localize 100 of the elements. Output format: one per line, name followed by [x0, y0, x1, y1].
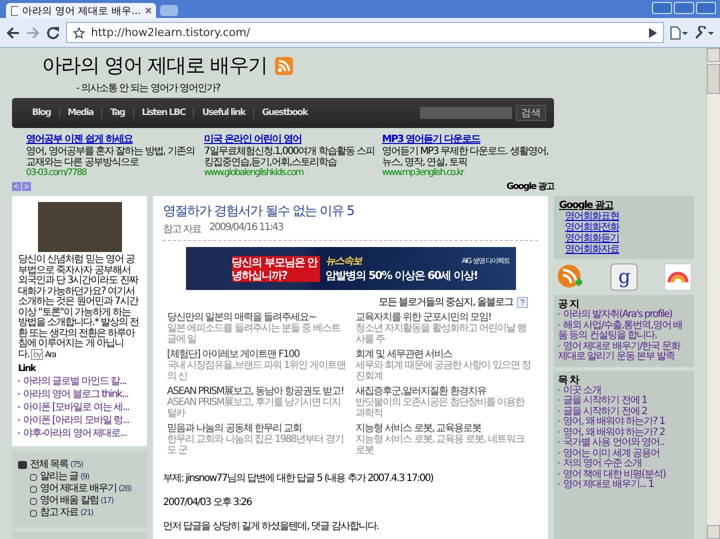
nav-link[interactable]: Useful link: [193, 108, 253, 118]
toc-link[interactable]: 저의 영어 수준 소개: [558, 459, 690, 470]
category-link[interactable]: 참고 자료 (21): [40, 507, 93, 519]
ad-link[interactable]: 영어회화자료: [559, 244, 689, 255]
wrench-icon[interactable]: [694, 26, 714, 40]
promo-title[interactable]: 당신만의 일본의 매력을 들려주세요~: [167, 312, 346, 323]
link-item[interactable]: 아라의 글로벌 마인드 칼...: [18, 375, 141, 388]
promo-description: ASEAN PRISM展보고, 후기를 남기시면 디지털카: [167, 397, 342, 419]
link-item[interactable]: 아라의 영어 블로그 think...: [18, 388, 141, 401]
ad-description: 영어, 영어공부를 혼자 잘하는 방법, 기존의 교재와는 다른 공부방식으로: [26, 146, 196, 168]
post-category[interactable]: 참고 자료: [163, 222, 202, 236]
scrollbar[interactable]: [706, 48, 720, 539]
ad-link[interactable]: 미국 온라인 어린이 영어: [204, 132, 376, 146]
promo-description: 한무리 교회와 나눔의 집은 1988년부터 경기도 군: [167, 434, 344, 456]
category-link[interactable]: 알리는 글 (9): [40, 471, 89, 483]
promo-description: 청소년 자치활동을 활성화하고 어린이날 행사를 주: [356, 323, 528, 345]
page-menu-icon[interactable]: [670, 26, 688, 40]
ad-link[interactable]: 영어공부 이젠 쉽게 하세요: [26, 132, 198, 146]
close-window-button[interactable]: [696, 2, 716, 14]
blog-subtitle: - 의사소통 안 되는 영어가 영어인가?: [76, 82, 222, 95]
toc-link[interactable]: 영어 책에 대한 비평(분석): [558, 470, 690, 480]
help-button[interactable]: ?: [517, 296, 528, 308]
section-title: 공 지: [558, 299, 578, 310]
ad-link[interactable]: 영어회화전화: [559, 222, 689, 233]
new-tab-button[interactable]: [160, 5, 178, 16]
link-item[interactable]: 아이폰 [아라의 모바일 렁...: [18, 414, 141, 427]
ad-link[interactable]: MP3 영어듣기 다운로드: [382, 132, 554, 146]
banner-message: 암발병의 50% 이상은 60세 이상!: [326, 268, 478, 283]
promo-title[interactable]: [체험단] 아이레보 게이트맨 F100: [167, 349, 346, 360]
promo-title[interactable]: 지능형 서비스 로봇, 교육용로봇: [356, 423, 534, 434]
promo-title[interactable]: 교육자치를 위한 군포시민의 모임!: [356, 312, 534, 323]
bullet-icon: [30, 486, 37, 492]
post-title[interactable]: 영절하가 경험서가 될수 없는 이유 5: [163, 202, 538, 220]
category-link[interactable]: 전체 목록 (75): [30, 459, 83, 471]
star-icon[interactable]: [73, 26, 85, 38]
notice-link[interactable]: 영어 제대로 배우기/한국 문화 제대로 알리기 운동 본부 발족: [558, 342, 690, 362]
reload-icon[interactable]: [46, 26, 60, 40]
ad-url: 03-03.com/7788: [26, 168, 88, 178]
browser-tab[interactable]: 아라의 영어 제대로 배우...: [6, 3, 156, 18]
search-button[interactable]: 검색: [516, 105, 546, 121]
go-icon[interactable]: [649, 28, 657, 38]
forward-icon[interactable]: [26, 26, 40, 38]
toc-link[interactable]: 영어 제대로 배우기... 1: [558, 480, 690, 490]
toc-link[interactable]: 이곳 소개: [558, 386, 690, 396]
promo-description: 지능형 서비스 로봇, 교육용 로봇, 네트워크 로봇: [356, 434, 526, 456]
address-field[interactable]: http://how2learn.tistory.com/: [66, 22, 664, 43]
bullet-icon: [30, 510, 37, 516]
nav-link[interactable]: Tag: [101, 108, 133, 118]
promo-title[interactable]: 회계 및 세무관련 서비스: [356, 349, 534, 360]
section-title: 목 차: [558, 374, 580, 386]
nav-link[interactable]: Media: [58, 108, 102, 118]
profile-bio: 당신이 신념처럼 믿는 영어 공부법으로 죽자사자 공부해서 외국인과 단 3시간이라도 진짜 대화가 가능하던가요? 여기서 소개하는 것은 원어민과 7시간 이상 "토론"이 가능하게 하는 방법을 소개합니다.* 발상의 전환 또는 생각의 전환은 하루아침에 이루어지는 게 아닙니다. by Ara: [18, 255, 140, 360]
folder-icon: [18, 461, 27, 469]
notice-link[interactable]: 해외 사업/수출,통번역,영어 배움 등의 컨설팅을 합니다.: [558, 320, 690, 342]
ad-description: 7일무료체험신청.1,000여개 학습활동 스피킹집중연습,듣기,어휘,스토리학습: [204, 146, 376, 168]
toc-link[interactable]: 국가별 사용 언어와 영어..: [558, 438, 690, 448]
promo-title[interactable]: ASEAN PRISM展보고, 동남아 항공권도 받고!: [167, 386, 346, 397]
toc-link[interactable]: 글을 시작하기 전에 1: [558, 396, 690, 406]
rss-icon[interactable]: [275, 56, 294, 74]
bullet-icon: [30, 474, 37, 480]
banner-tag: 뉴스속보: [326, 254, 362, 268]
section-title: Link: [18, 364, 37, 374]
ads-label: Google 광고: [506, 180, 554, 192]
notice-link[interactable]: 아라의 발자취(Ara's profile): [558, 310, 690, 320]
toc-link[interactable]: 글을 시작하기 전에 2: [558, 406, 690, 417]
nav-link[interactable]: Listen LBC: [132, 108, 194, 118]
google-g-icon[interactable]: g: [610, 263, 638, 291]
ad-link[interactable]: 영어회화듣기: [559, 233, 689, 244]
arc-icon[interactable]: [664, 263, 692, 291]
category-link[interactable]: 영어 제대로 배우기 (28): [40, 483, 131, 495]
toc-link[interactable]: 영어는 이미 세계 공용어: [558, 448, 690, 459]
toc-link[interactable]: 영어, 왜 배워야 하는가? 2: [558, 428, 690, 438]
nav-link[interactable]: Guestbook: [252, 108, 316, 118]
search-field[interactable]: [420, 107, 512, 119]
close-icon[interactable]: [144, 7, 151, 14]
promo-description: 국내 시장점유율,브랜드 파워 1위인 게이트맨의 신: [167, 360, 346, 382]
page-icon: [11, 6, 18, 16]
back-icon[interactable]: [6, 26, 20, 38]
ad-description: 영어듣기 MP3 무제한 다운로드. 생활영어, 뉴스, 명작, 연설, 토픽: [382, 146, 550, 168]
minimize-button[interactable]: [652, 2, 672, 14]
toc-link[interactable]: 영어, 왜 배워야 하는가? 1: [558, 417, 690, 428]
promo-description: 일본 에피소드를 들려주시는 분들 중 베스트글에 일: [167, 323, 342, 345]
post-date: 2009/04/16 11:43: [209, 222, 283, 235]
banner-headline: 당신의 부모님은 안녕하십니까?: [232, 256, 320, 282]
nav-link[interactable]: Blog: [24, 108, 59, 118]
ad-link[interactable]: 영어회화표현: [559, 211, 689, 222]
post-text: 2007/04/03 오후 3:26: [163, 497, 253, 509]
ad-url: www.globalenglishkids.com: [204, 168, 304, 178]
allblog-label: 모든 블로거들의 중심지, 올블로그: [378, 296, 513, 309]
bullet-icon: [30, 498, 37, 504]
promo-title[interactable]: 새집증후군,알러지질환 환경치유: [356, 386, 534, 397]
maximize-button[interactable]: [674, 2, 694, 14]
promo-description: 반딧불이의 오존시공은 첨단장비를 이용한 과학적: [356, 397, 526, 419]
ads-title[interactable]: Google 광고: [559, 200, 689, 211]
link-item[interactable]: 야후-아라의 영어 제대로...: [18, 427, 141, 440]
promo-title[interactable]: 믿음과 나눔의 공동체 한무리 교회: [167, 423, 346, 434]
post-text: 먼저 답글을 상당히 길게 하셨을텐데, 댓글 감사합니다.: [163, 521, 380, 533]
post-text: 부제: jinsnow77님의 답변에 대한 답글 5 (내용 추가 2007.4.3 17:00): [163, 473, 434, 485]
category-link[interactable]: 영어 배움 칼럼 (17): [40, 495, 113, 507]
link-item[interactable]: 아이폰 [모바일로 여는 세...: [18, 401, 141, 414]
